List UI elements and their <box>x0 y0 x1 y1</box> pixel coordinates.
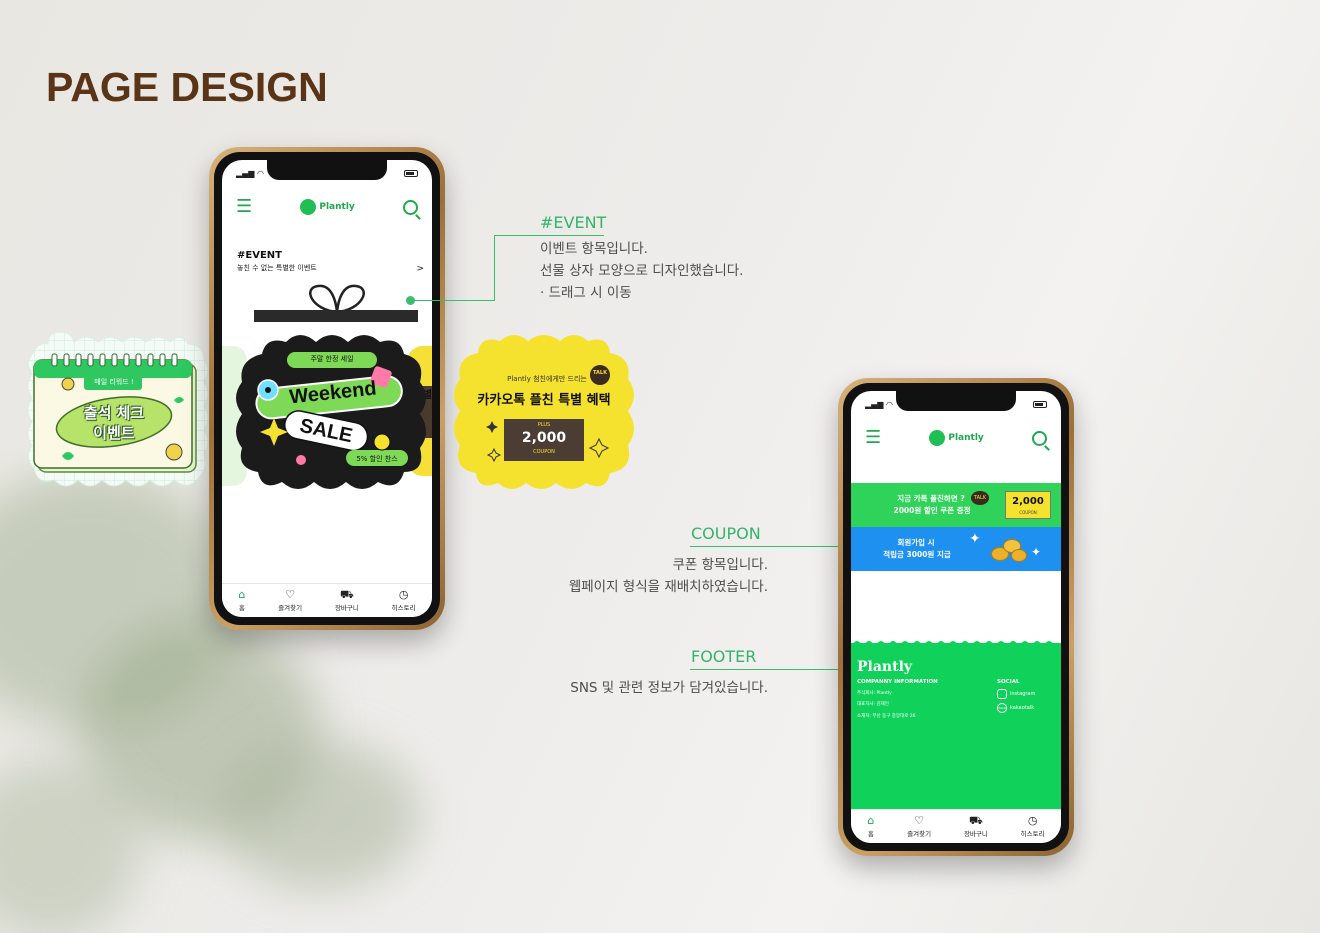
signup-reward-banner[interactable]: 회원가입 시 적립금 3000원 지급 ✦ ✦ <box>851 527 1061 571</box>
nav-favorites[interactable]: ♡ 즐겨찾기 <box>907 815 931 838</box>
coupon-annotation-heading: COUPON <box>691 524 761 543</box>
phone-mockup-event: ▂▄▆ ◠ ☰ Plantly #EVENT 놓친 수 없는 특별한 이벤트 > <box>209 147 445 630</box>
app-header: ☰ Plantly <box>851 421 1061 455</box>
footer-address: 소재지: 부산 동구 중앙대로 26 <box>857 714 916 719</box>
kakao-talk-badge: TALK <box>593 370 607 376</box>
history-icon: ◷ <box>1027 814 1038 827</box>
nav-favorites[interactable]: ♡ 즐겨찾기 <box>278 589 302 612</box>
event-callout-line <box>494 235 495 301</box>
event-annotation-line2: 선물 상자 모양으로 디자인했습니다. <box>540 263 744 279</box>
event-annotation-heading: #EVENT <box>540 213 607 232</box>
signal-icon: ▂▄▆ ◠ <box>865 399 893 409</box>
battery-icon <box>404 169 418 177</box>
brand-logo[interactable]: Plantly <box>300 199 355 215</box>
event-annotation-line1: 이벤트 항목입니다. <box>540 241 648 257</box>
footer-company-heading: COMPANNY INFORMATION <box>857 679 938 685</box>
home-icon: ⌂ <box>238 588 246 601</box>
heart-icon: ♡ <box>285 588 296 601</box>
menu-icon[interactable]: ☰ <box>865 429 881 447</box>
footer-annotation-heading: FOOTER <box>691 647 757 666</box>
coupon-ticket: 2,000 COUPON <box>1005 491 1051 519</box>
app-header: ☰ Plantly <box>222 190 432 224</box>
nav-history[interactable]: ◷ 히스토리 <box>392 589 416 612</box>
kakao-card-coupon: COUPON <box>533 449 555 455</box>
attendance-title-line2: 이벤트 <box>93 424 135 442</box>
coupon-annotation-line1: 쿠폰 항목입니다. <box>672 557 768 573</box>
footer-company-name: 주식회사: Plantly <box>857 691 892 696</box>
attendance-title-line1: 출석 체크 <box>83 404 145 422</box>
coupon-annotation-line2: 웹페이지 형식을 재배치하였습니다. <box>568 579 768 595</box>
search-icon[interactable] <box>403 199 421 220</box>
footer-brand: Plantly <box>857 659 913 675</box>
bottom-navigation: ⌂ 홈 ♡ 즐겨찾기 ⛟ 장바구니 ◷ 히스토리 <box>222 583 432 617</box>
nav-history[interactable]: ◷ 히스토리 <box>1021 815 1045 838</box>
site-footer: Plantly COMPANNY INFORMATION 주식회사: Plant… <box>851 641 1061 809</box>
footer-annotation-line1: SNS 및 관련 정보가 담겨있습니다. <box>570 680 768 696</box>
event-more-arrow[interactable]: > <box>416 264 424 274</box>
footer-ceo: 대표자사: 김재인 <box>857 702 889 707</box>
sparkle-icon: ✦ <box>1031 545 1042 559</box>
event-section-subtitle: 놓친 수 없는 특별한 이벤트 <box>237 264 317 272</box>
app-screen: ▂▄▆ ◠ ☰ Plantly 지금 카톡 플친하면 ? 2000원 할인 쿠폰… <box>851 391 1061 843</box>
kakao-card-title: 카카오톡 플친 특별 혜택 <box>477 393 611 408</box>
event-callout-line <box>494 235 604 236</box>
footer-kakao-link[interactable]: TALK kakaotalk <box>997 703 1034 713</box>
kakaotalk-icon: TALK <box>997 703 1007 713</box>
clover-icon <box>929 430 946 446</box>
search-icon[interactable] <box>1032 430 1050 451</box>
weekend-tag: 주말 한정 세일 <box>310 355 354 363</box>
page-title: PAGE DESIGN <box>46 64 328 110</box>
phone-notch <box>896 391 1016 411</box>
footer-instagram-link[interactable]: instagram <box>997 689 1035 699</box>
history-icon: ◷ <box>398 588 409 601</box>
discount-badge: 5% 할인 찬스 <box>356 455 398 463</box>
footer-social-heading: SOCIAL <box>997 679 1020 685</box>
kakao-plusfriend-card[interactable] <box>452 333 636 493</box>
sparkle-icon: ✦ <box>969 531 981 547</box>
app-screen: ▂▄▆ ◠ ☰ Plantly #EVENT 놓친 수 없는 특별한 이벤트 > <box>222 160 432 617</box>
nav-home[interactable]: ⌂ 홈 <box>238 589 245 612</box>
event-callout-line <box>411 300 494 301</box>
clover-icon <box>300 199 317 215</box>
background-leaf <box>220 740 420 890</box>
bottom-navigation: ⌂ 홈 ♡ 즐겨찾기 ⛟ 장바구니 ◷ 히스토리 <box>851 809 1061 843</box>
heart-icon: ♡ <box>914 814 925 827</box>
talk-badge: TALK <box>971 491 989 505</box>
event-annotation-line3: · 드래그 시 이동 <box>540 285 632 301</box>
attendance-tag: 매일 리워드 ! <box>94 378 134 386</box>
cart-icon: ⛟ <box>339 588 354 601</box>
menu-icon[interactable]: ☰ <box>236 198 252 216</box>
cart-icon: ⛟ <box>968 814 983 827</box>
kakao-card-amount: 2,000 <box>521 430 567 446</box>
event-section-title: #EVENT <box>237 250 282 261</box>
nav-cart[interactable]: ⛟ 장바구니 <box>335 589 359 612</box>
brand-logo[interactable]: Plantly <box>929 430 984 446</box>
battery-icon <box>1033 400 1047 408</box>
instagram-icon <box>997 689 1007 699</box>
gift-ribbon-icon <box>254 284 418 322</box>
nav-home[interactable]: ⌂ 홈 <box>867 815 874 838</box>
phone-mockup-coupon-footer: ▂▄▆ ◠ ☰ Plantly 지금 카톡 플친하면 ? 2000원 할인 쿠폰… <box>838 378 1074 856</box>
nav-cart[interactable]: ⛟ 장바구니 <box>964 815 988 838</box>
signal-icon: ▂▄▆ ◠ <box>236 168 264 178</box>
home-icon: ⌂ <box>867 814 875 827</box>
gold-coins-icon <box>991 535 1027 563</box>
kakao-coupon-banner[interactable]: 지금 카톡 플친하면 ? 2000원 할인 쿠폰 증정 TALK 2,000 C… <box>851 483 1061 527</box>
phone-notch <box>267 160 387 180</box>
kakao-card-plus: PLUS <box>537 422 551 428</box>
